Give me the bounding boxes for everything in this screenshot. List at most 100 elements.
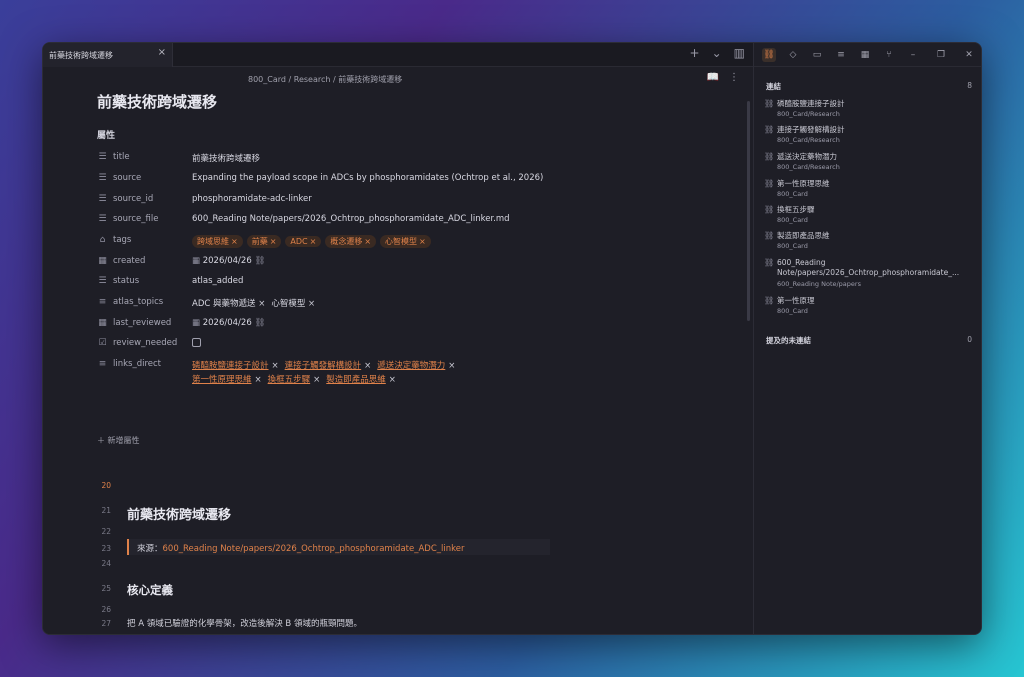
link-icon: ⛓	[764, 296, 775, 305]
property-key: review_needed	[113, 338, 178, 348]
line-number: 22	[101, 527, 111, 536]
close-icon[interactable]: ✕	[962, 48, 976, 62]
heading-2: 前藥技術跨域遷移	[127, 508, 232, 523]
list-value[interactable]: ADC 與藥物遞送	[192, 299, 256, 309]
property-key: created	[113, 256, 146, 266]
link-icon: ⛓	[764, 99, 775, 108]
tag-icon[interactable]: ◇	[786, 48, 800, 62]
property-tags[interactable]: ⌂ tags 跨域思維 × 前藥 × ADC × 概念遷移 × 心智模型 ×	[97, 232, 727, 250]
property-source[interactable]: ☰ source Expanding the payload scope in …	[97, 170, 727, 188]
calendar-icon: ▦	[98, 318, 107, 328]
right-sidebar: ⛓ ◇ ▭ ≡ ▦ ⑂ – ❐ ✕ 連結 8 ⛓ 磷醯胺鹽連接子設計 800_C…	[754, 43, 981, 634]
calendar-icon: ▦	[98, 256, 107, 266]
sidebar-toolbar: ⛓ ◇ ▭ ≡ ▦ ⑂ – ❐ ✕	[754, 43, 981, 67]
text-property-icon: ☰	[98, 173, 107, 183]
links-section-header[interactable]: 連結 8	[766, 81, 972, 92]
line-number: 26	[101, 605, 111, 614]
property-status[interactable]: ☰ status atlas_added	[97, 273, 727, 291]
sidebar-toggle-icon[interactable]: ▥	[734, 46, 745, 60]
text-property-icon: ☰	[98, 194, 107, 204]
archive-icon[interactable]: ▭	[810, 48, 824, 62]
tags-icon: ⌂	[99, 235, 106, 245]
property-value[interactable]: phosphoramidate-adc-linker	[192, 194, 312, 204]
property-source-file[interactable]: ☰ source_file 600_Reading Note/papers/20…	[97, 211, 727, 229]
list-property-icon: ≡	[98, 297, 107, 307]
page-title[interactable]: 前藥技術跨域遷移	[97, 91, 217, 112]
restore-icon[interactable]: ❐	[934, 48, 948, 62]
property-key: last_reviewed	[113, 318, 172, 328]
properties-heading[interactable]: 屬性	[97, 128, 115, 141]
calendar-icon[interactable]: ▦	[858, 48, 872, 62]
property-key: links_direct	[113, 359, 162, 369]
tag-pill[interactable]: 心智模型 ×	[380, 235, 431, 248]
property-value[interactable]: atlas_added	[192, 276, 243, 286]
checkbox-property-icon: ☑	[98, 338, 107, 348]
property-last-reviewed[interactable]: ▦ last_reviewed ▦ 2026/04/26 ⛓	[97, 315, 727, 333]
text-property-icon: ☰	[98, 276, 107, 286]
internal-link[interactable]: 磷醯胺鹽連接子設計	[192, 361, 269, 371]
blockquote: 來源：600_Reading Note/papers/2026_Ochtrop_…	[127, 539, 550, 555]
reading-view-icon[interactable]: 📖	[707, 72, 719, 83]
tag-pill[interactable]: 概念遷移 ×	[325, 235, 377, 248]
property-value[interactable]: Expanding the payload scope in ADCs by p…	[192, 173, 543, 183]
property-value[interactable]: 600_Reading Note/papers/2026_Ochtrop_pho…	[192, 214, 510, 224]
property-title[interactable]: ☰ title 前藥技術跨域遷移	[97, 149, 727, 167]
property-source-id[interactable]: ☰ source_id phosphoramidate-adc-linker	[97, 191, 727, 209]
text-property-icon: ☰	[98, 214, 107, 224]
plus-icon: ＋	[97, 436, 105, 445]
link-icon: ⛓	[764, 152, 775, 161]
link-icon: ⛓	[764, 231, 775, 240]
internal-link[interactable]: 製造即產品思維	[326, 375, 386, 385]
git-branch-icon[interactable]: ⑂	[882, 48, 896, 62]
link-icon: ⛓	[254, 318, 266, 328]
text-property-icon: ☰	[98, 152, 107, 162]
tab-note[interactable]: 前藥技術跨域遷移 ×	[43, 43, 173, 67]
link-icon: ⛓	[254, 256, 266, 266]
line-number: 21	[101, 506, 111, 515]
link-icon: ⛓	[764, 125, 775, 134]
link-icon: ⛓	[764, 258, 775, 267]
tab-close-icon[interactable]: ×	[158, 47, 166, 58]
internal-link[interactable]: 連接子觸發解構設計	[285, 361, 362, 371]
app-window: 前藥技術跨域遷移 × + ⌄ ▥ 800_Card / Research / 前…	[42, 42, 982, 635]
tag-pill[interactable]: 前藥 ×	[246, 235, 282, 248]
property-key: tags	[113, 235, 132, 245]
links-direct-list: 磷醯胺鹽連接子設計 × 連接子觸發解構設計 × 遞送決定藥物潛力 ×	[192, 361, 456, 371]
property-review-needed[interactable]: ☑ review_needed	[97, 335, 727, 353]
tab-list-chevron-icon[interactable]: ⌄	[712, 46, 722, 60]
line-number: 27	[101, 619, 111, 628]
links-count: 8	[967, 81, 972, 90]
list-value[interactable]: 心智模型	[271, 299, 305, 309]
line-number: 20	[101, 481, 111, 490]
tag-pill[interactable]: 跨域思維 ×	[192, 235, 243, 248]
minimize-icon[interactable]: –	[906, 48, 920, 62]
tag-pill[interactable]: ADC ×	[285, 236, 322, 247]
line-number: 24	[101, 559, 111, 568]
more-options-icon[interactable]: ⋮	[729, 72, 739, 83]
property-value[interactable]: ▦ 2026/04/26 ⛓	[192, 256, 265, 266]
internal-link[interactable]: 遞送決定藥物潛力	[377, 361, 445, 371]
source-link[interactable]: 600_Reading Note/papers/2026_Ochtrop_pho…	[163, 544, 465, 554]
breadcrumb[interactable]: 800_Card / Research / 前藥技術跨域遷移	[248, 74, 402, 85]
links-direct-list-2: 第一性原理思維 × 換框五步驟 × 製造即產品思維 ×	[192, 375, 396, 385]
review-needed-checkbox[interactable]	[192, 338, 201, 347]
add-property-button[interactable]: ＋ 新增屬性	[97, 435, 140, 446]
property-atlas-topics[interactable]: ≡ atlas_topics ADC 與藥物遞送 × 心智模型 ×	[97, 294, 727, 312]
paragraph: 把 A 領域已驗證的化學骨架，改造後解決 B 領域的瓶頸問題。	[127, 619, 362, 629]
property-created[interactable]: ▦ created ▦ 2026/04/26 ⛓	[97, 253, 727, 271]
internal-link[interactable]: 換框五步驟	[268, 375, 311, 385]
internal-link[interactable]: 第一性原理思維	[192, 375, 252, 385]
outline-icon[interactable]: ≡	[834, 48, 848, 62]
property-key: atlas_topics	[113, 297, 164, 307]
property-value[interactable]: 前藥技術跨域遷移	[192, 152, 260, 164]
calendar-icon: ▦	[192, 256, 201, 266]
property-links-direct[interactable]: ≡ links_direct 磷醯胺鹽連接子設計 × 連接子觸發解構設計 × 遞送決定藥…	[97, 356, 727, 392]
link-icon: ⛓	[764, 205, 775, 214]
unlinked-section-header[interactable]: 提及的未連結 0	[766, 335, 972, 346]
new-tab-icon[interactable]: +	[690, 46, 700, 60]
scrollbar[interactable]	[747, 101, 750, 321]
backlinks-icon[interactable]: ⛓	[762, 48, 776, 62]
line-number: 23	[101, 544, 111, 553]
property-value[interactable]: ▦ 2026/04/26 ⛓	[192, 318, 265, 328]
tab-bar: 前藥技術跨域遷移 × + ⌄ ▥	[43, 43, 753, 67]
